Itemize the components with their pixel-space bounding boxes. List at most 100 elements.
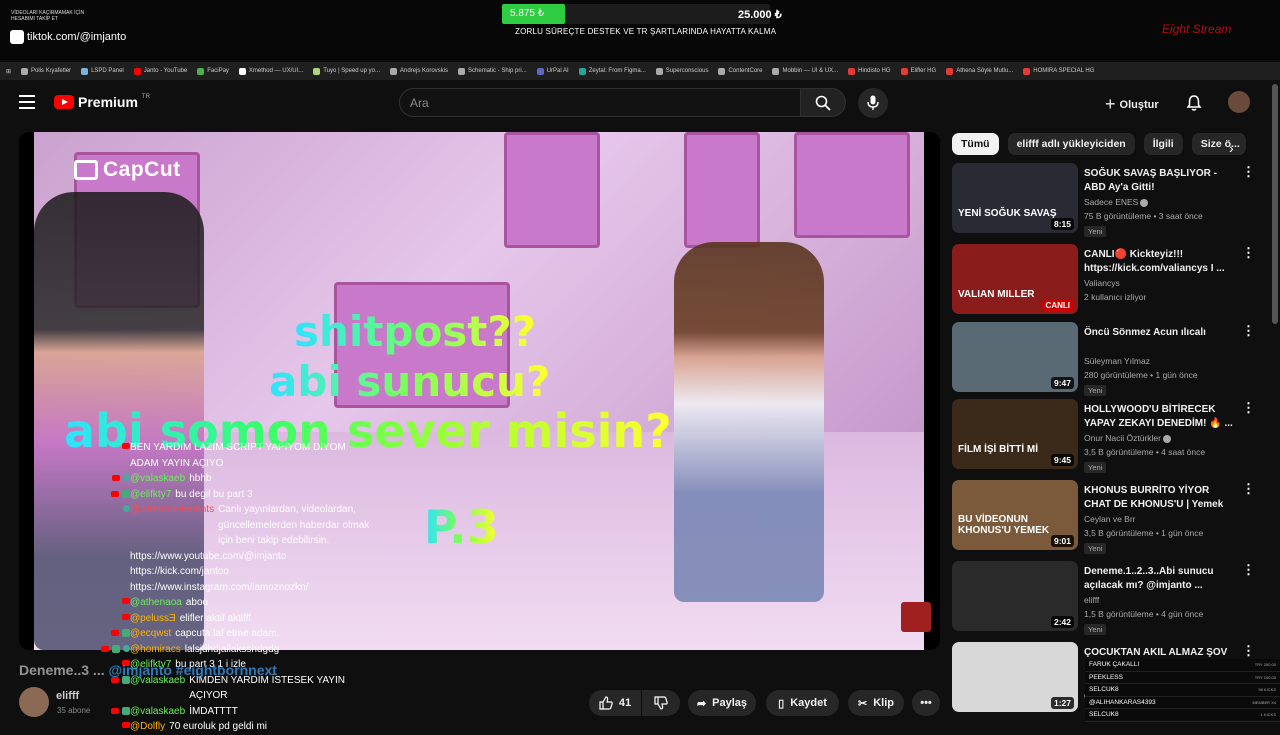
video-thumbnail[interactable]: 2:42	[952, 561, 1078, 631]
wall-panel	[504, 132, 600, 248]
bookmark-item[interactable]: LSPD Panel	[81, 67, 124, 75]
bookmark-item[interactable]: Zeytal: From Figma...	[578, 67, 646, 75]
bookmark-item[interactable]: Mobbin — UI & UX...	[772, 67, 839, 75]
save-button[interactable]: ▯ Kaydet	[766, 690, 839, 716]
bookmark-item[interactable]: HOMIRA SPECIAL HG	[1023, 67, 1094, 75]
more-vert-icon[interactable]: ⋮	[1242, 324, 1255, 337]
video-thumbnail[interactable]: BU VİDEONUN KHONUS'U YEMEK 9:01	[952, 480, 1078, 550]
channel-avatar[interactable]	[19, 687, 49, 717]
video-channel[interactable]: Ceylan ve Brr	[1084, 514, 1136, 524]
new-badge: Yeni	[1084, 462, 1107, 473]
filter-chip[interactable]: Size ö...	[1191, 133, 1246, 155]
more-vert-icon[interactable]: ⋮	[1242, 401, 1255, 414]
video-duration: 8:15	[1050, 218, 1074, 230]
bookmark-item[interactable]: Elifler HG	[900, 67, 936, 75]
video-hashtags[interactable]: @imjanto #eightbornnext	[108, 662, 276, 678]
bookmark-item[interactable]: Andrejs Korovskis	[390, 67, 449, 75]
share-button[interactable]: ➦ Paylaş	[688, 690, 756, 716]
filter-chip[interactable]: elifff adlı yükleyiciden	[1007, 133, 1135, 155]
bookmark-favicon-icon	[578, 67, 586, 75]
video-channel[interactable]: Süleyman Yılmaz	[1084, 356, 1150, 366]
video-thumbnail[interactable]: VALIAN MILLER CANLI	[952, 244, 1078, 314]
dislike-button[interactable]	[642, 690, 680, 716]
bookmark-favicon-icon	[197, 67, 205, 75]
video-title[interactable]: SOĞUK SAVAŞ BAŞLIYOR - ABD Ay'a Gitti!	[1084, 167, 1234, 195]
bookmark-label: Andrejs Korovskis	[400, 68, 449, 74]
video-channel[interactable]: elifff	[1084, 595, 1099, 605]
recommended-video[interactable]: BU VİDEONUN KHONUS'U YEMEK 9:01 KHONUS BUR…	[952, 480, 1272, 554]
chat-message: https://kick.com/jantoo	[35, 564, 375, 580]
bookmark-item[interactable]: Schematic - Ship pri...	[458, 67, 527, 75]
channel-watermark[interactable]	[901, 602, 931, 632]
video-thumbnail[interactable]: 9:47	[952, 322, 1078, 392]
video-meta: 3,5 B görüntüleme • 1 gün önce	[1084, 528, 1204, 538]
chevron-right-icon[interactable]: ›	[1229, 140, 1234, 156]
bookmark-item[interactable]: Polis Kıyafetler	[21, 67, 72, 75]
bookmark-item[interactable]: ContentCore	[718, 67, 762, 75]
apps-grid-icon[interactable]: ⊞	[6, 68, 11, 75]
bookmark-favicon-icon	[772, 67, 780, 75]
bookmarks-bar: ⊞ Polis Kıyafetler LSPD Panel Janto - YouT…	[0, 62, 1280, 80]
leaderboard-name: @ALIHANKARAS4393	[1089, 698, 1156, 706]
video-channel[interactable]: Valiancys	[1084, 278, 1120, 288]
moderator-badge-icon	[122, 629, 130, 637]
recommended-video[interactable]: 9:47 Öncü Sönmez Acun ılıcalı Süleyman Yıl…	[952, 322, 1272, 396]
bookmark-item[interactable]: Hindisto HG	[848, 67, 891, 75]
new-badge: Yeni	[1084, 385, 1107, 396]
bookmark-item[interactable]: FaciPay	[197, 67, 229, 75]
recommended-video[interactable]: FİLM İŞİ BİTTİ Mİ 9:45 HOLLYWOOD'U BİTİREC…	[952, 399, 1272, 473]
channel-name[interactable]: elifff	[56, 690, 79, 702]
more-vert-icon[interactable]: ⋮	[1242, 165, 1255, 178]
menu-hamburger-icon[interactable]	[19, 95, 35, 109]
bookmark-label: Polis Kıyafetler	[31, 68, 72, 74]
search-input[interactable]: Ara	[399, 88, 801, 117]
bookmark-favicon-icon	[21, 67, 29, 75]
recommended-video[interactable]: VALIAN MILLER CANLI CANLI🔴 Kickteyiz!!! ht…	[952, 244, 1272, 316]
video-title[interactable]: CANLI🔴 Kickteyiz!!! https://kick.com/val…	[1084, 248, 1234, 276]
recommended-video[interactable]: YENİ SOĞUK SAVAŞ 8:15 SOĞUK SAVAŞ BAŞLIYOR…	[952, 163, 1272, 237]
video-title[interactable]: HOLLYWOOD'U BİTİRECEK YAPAY ZEKAYI DENED…	[1084, 403, 1234, 431]
more-vert-icon[interactable]: ⋮	[1242, 563, 1255, 576]
leaderboard-value: TRY 100.00	[1254, 674, 1276, 680]
more-vert-icon[interactable]: ⋮	[1242, 644, 1255, 657]
bookmark-item[interactable]: Athena Söyle Mutlu...	[946, 67, 1013, 75]
video-title[interactable]: Deneme.1..2..3..Abi sunucu açılacak mı? …	[1084, 565, 1234, 593]
create-button[interactable]: + Oluştur	[1105, 94, 1159, 115]
more-vert-icon[interactable]: ⋮	[1242, 246, 1255, 259]
bookmark-item[interactable]: Superconscious	[655, 67, 708, 75]
clip-button[interactable]: ✂ Klip	[848, 690, 904, 716]
verified-icon	[1140, 198, 1149, 207]
bookmark-item[interactable]: Xmethod — UX/UI...	[238, 67, 303, 75]
video-meta: 1,5 B görüntüleme • 4 gün önce	[1084, 609, 1204, 619]
bookmark-favicon-icon	[458, 67, 466, 75]
video-thumbnail[interactable]: FİLM İŞİ BİTTİ Mİ 9:45	[952, 399, 1078, 469]
more-actions-button[interactable]: •••	[912, 690, 940, 716]
stream-brand-logo: Eight Stream	[1162, 22, 1232, 36]
youtube-logo[interactable]: Premium TR	[54, 94, 150, 110]
bookmark-favicon-icon	[390, 67, 397, 75]
account-avatar[interactable]	[1228, 91, 1250, 113]
voice-search-button[interactable]	[858, 88, 888, 118]
filter-chip[interactable]: İlgili	[1143, 133, 1183, 155]
wall-panel	[684, 132, 760, 248]
video-channel[interactable]: Onur Nacii Öztürkler	[1084, 433, 1171, 443]
recommended-video[interactable]: 2:42 Deneme.1..2..3..Abi sunucu açılacak …	[952, 561, 1272, 635]
bookmark-item[interactable]: Tuyo | Speed up yo...	[313, 67, 380, 75]
video-thumbnail[interactable]: 1:27	[952, 642, 1078, 712]
chat-text: bu degil bu part 3	[175, 488, 253, 500]
like-button[interactable]: 41	[589, 690, 641, 716]
notifications-button[interactable]	[1185, 94, 1203, 112]
video-thumbnail[interactable]: YENİ SOĞUK SAVAŞ 8:15	[952, 163, 1078, 233]
bookmark-item[interactable]: UrPal AI	[536, 67, 569, 75]
video-title[interactable]: KHONUS BURRİTO YİYOR CHAT DE KHONUS'U | …	[1084, 484, 1234, 512]
leaderboard-name: FARUK ÇAKALLI	[1089, 661, 1140, 669]
search-button[interactable]	[800, 88, 846, 117]
bookmark-item[interactable]: Janto - YouTube	[133, 67, 187, 75]
bookmark-label: Mobbin — UI & UX...	[782, 68, 839, 74]
more-vert-icon[interactable]: ⋮	[1242, 482, 1255, 495]
filter-chip[interactable]: Tümü	[952, 133, 999, 155]
bookmark-favicon-icon	[848, 67, 856, 75]
video-title[interactable]: Öncü Sönmez Acun ılıcalı	[1084, 326, 1234, 340]
scrollbar[interactable]	[1272, 84, 1278, 324]
video-channel[interactable]: Sadece ENES	[1084, 197, 1149, 207]
